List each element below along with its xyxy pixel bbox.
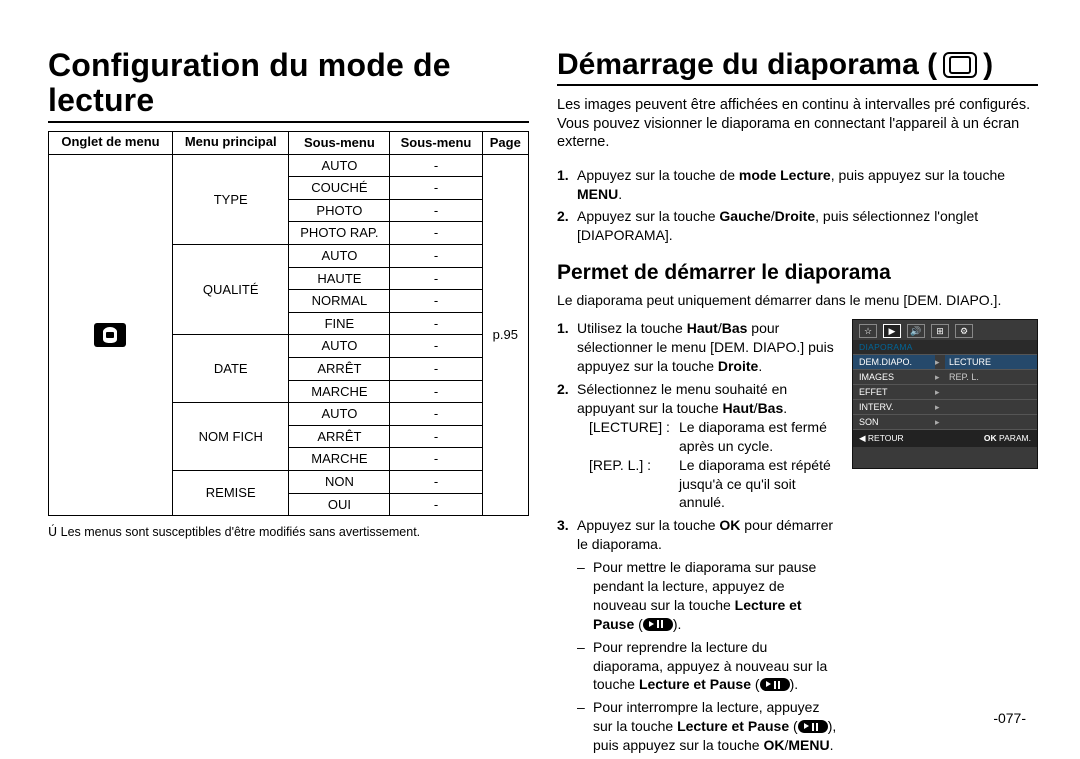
cell: - xyxy=(390,403,482,426)
cell: MARCHE xyxy=(289,448,390,471)
step2-3: 3. Appuyez sur la touche OK pour démarre… xyxy=(557,516,838,755)
menu-nomfich: NOM FICH xyxy=(172,403,288,471)
lcd-tabs: ☆ ▶ 🔊 ⊞ ⚙ xyxy=(853,320,1037,340)
cell: - xyxy=(390,471,482,494)
subheading: Permet de démarrer le diaporama xyxy=(557,261,1038,285)
menu-type: TYPE xyxy=(172,154,288,244)
cell: ARRÊT xyxy=(289,425,390,448)
onglet-icon-cell xyxy=(49,154,173,516)
th-sous2: Sous-menu xyxy=(390,132,482,155)
cell: ARRÊT xyxy=(289,358,390,381)
cell: AUTO xyxy=(289,335,390,358)
cell: - xyxy=(390,380,482,403)
cell: - xyxy=(390,335,482,358)
step-text: Appuyez sur la touche Gauche/Droite, pui… xyxy=(577,207,1038,245)
lcd-tab-icon: ▶ xyxy=(883,324,901,338)
right-title-text: Démarrage du diaporama ( xyxy=(557,48,937,82)
step-2: 2. Appuyez sur la touche Gauche/Droite, … xyxy=(557,207,1038,245)
cell: - xyxy=(390,245,482,268)
cell: - xyxy=(390,358,482,381)
cell: COUCHÉ xyxy=(289,177,390,200)
lcd-footer: ◀ RETOUR OK PARAM. xyxy=(853,429,1037,447)
dash-list: –Pour mettre le diaporama sur pause pend… xyxy=(577,558,838,755)
menu-qualite: QUALITÉ xyxy=(172,245,288,335)
cell: - xyxy=(390,312,482,335)
th-onglet: Onglet de menu xyxy=(49,132,173,155)
steps-top: 1. Appuyez sur la touche de mode Lecture… xyxy=(557,166,1038,246)
cell: AUTO xyxy=(289,154,390,177)
lcd-row: DEM.DIAPO.▸LECTURE xyxy=(853,354,1037,369)
lcd-tab-icon: ⊞ xyxy=(931,324,949,338)
slideshow-icon xyxy=(943,52,977,78)
footnote: Ú Les menus sont susceptibles d'être mod… xyxy=(48,524,529,539)
play-pause-icon xyxy=(760,678,790,691)
lcd-row: SON▸ xyxy=(853,414,1037,429)
step-text: Utilisez la touche Haut/Bas pour sélecti… xyxy=(577,319,838,376)
cell: - xyxy=(390,448,482,471)
step-1: 1. Appuyez sur la touche de mode Lecture… xyxy=(557,166,1038,204)
th-page: Page xyxy=(482,132,528,155)
step-num: 1. xyxy=(557,319,573,376)
play-pause-icon xyxy=(643,618,673,631)
cell: PHOTO RAP. xyxy=(289,222,390,245)
step2-1: 1. Utilisez la touche Haut/Bas pour séle… xyxy=(557,319,838,376)
lcd-title: DIAPORAMA xyxy=(853,340,1037,354)
cell: - xyxy=(390,267,482,290)
cell: - xyxy=(390,425,482,448)
menu-remise: REMISE xyxy=(172,471,288,516)
th-menu: Menu principal xyxy=(172,132,288,155)
menu-date: DATE xyxy=(172,335,288,403)
th-sous1: Sous-menu xyxy=(289,132,390,155)
subintro: Le diaporama peut uniquement démarrer da… xyxy=(557,291,1038,309)
lcd-row: IMAGES▸REP. L. xyxy=(853,369,1037,384)
cell: - xyxy=(390,222,482,245)
cell: AUTO xyxy=(289,245,390,268)
cell: NON xyxy=(289,471,390,494)
page-number: -077- xyxy=(993,710,1026,726)
settings-table: Onglet de menu Menu principal Sous-menu … xyxy=(48,131,529,516)
cell: FINE xyxy=(289,312,390,335)
step-num: 2. xyxy=(557,207,573,245)
cell: AUTO xyxy=(289,403,390,426)
cell: - xyxy=(390,290,482,313)
lcd-tab-icon: 🔊 xyxy=(907,324,925,338)
step-num: 3. xyxy=(557,516,573,755)
footnote-text: Les menus sont susceptibles d'être modiﬁ… xyxy=(61,525,421,539)
lcd-row: INTERV.▸ xyxy=(853,399,1037,414)
step-text: Sélectionnez le menu souhaité en appuyan… xyxy=(577,380,838,512)
step-text: Appuyez sur la touche OK pour démarrer l… xyxy=(577,516,838,755)
cell: - xyxy=(390,493,482,516)
step-num: 2. xyxy=(557,380,573,512)
camera-lcd: ☆ ▶ 🔊 ⊞ ⚙ DIAPORAMA DEM.DIAPO.▸LECTURE I… xyxy=(852,319,1038,469)
cell: PHOTO xyxy=(289,199,390,222)
lcd-tab-icon: ⚙ xyxy=(955,324,973,338)
lcd-tab-icon: ☆ xyxy=(859,324,877,338)
left-title: Conﬁguration du mode de lecture xyxy=(48,48,529,123)
play-pause-icon xyxy=(798,720,828,733)
cell: - xyxy=(390,199,482,222)
lcd-row: EFFET▸ xyxy=(853,384,1037,399)
cell: - xyxy=(390,154,482,177)
page-ref: p.95 xyxy=(482,154,528,516)
footnote-star-icon: Ú xyxy=(48,524,57,539)
cell: - xyxy=(390,177,482,200)
step-num: 1. xyxy=(557,166,573,204)
cell: MARCHE xyxy=(289,380,390,403)
cell: HAUTE xyxy=(289,267,390,290)
cell: NORMAL xyxy=(289,290,390,313)
printer-icon xyxy=(94,323,126,347)
steps-bottom: 1. Utilisez la touche Haut/Bas pour séle… xyxy=(557,319,838,759)
intro-text: Les images peuvent être afﬁchées en cont… xyxy=(557,96,1038,152)
step2-2: 2. Sélectionnez le menu souhaité en appu… xyxy=(557,380,838,512)
right-title: Démarrage du diaporama ( ) xyxy=(557,48,1038,86)
cell: OUI xyxy=(289,493,390,516)
right-title-close: ) xyxy=(983,48,993,82)
step-text: Appuyez sur la touche de mode Lecture, p… xyxy=(577,166,1038,204)
